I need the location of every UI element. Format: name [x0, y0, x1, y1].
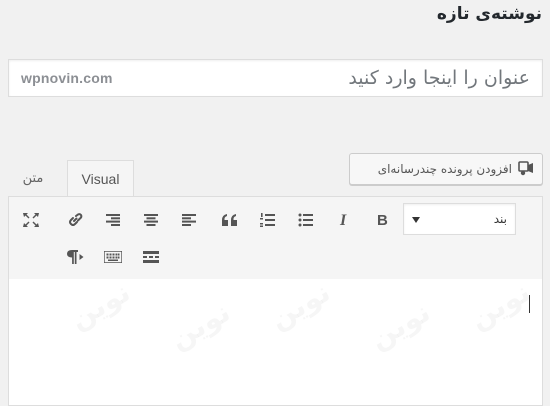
content-watermark: نوین — [464, 275, 536, 335]
content-watermark: نوین — [64, 275, 136, 335]
media-icon — [518, 160, 534, 179]
toolbar-toggle-button[interactable] — [99, 243, 127, 271]
tab-text-label: متن — [22, 170, 44, 186]
align-center-icon — [144, 214, 158, 226]
bullet-list-button[interactable] — [292, 206, 320, 234]
post-editor: بند B I — [8, 196, 543, 406]
align-right-icon — [106, 214, 120, 226]
align-left-button[interactable] — [175, 206, 203, 234]
align-center-button[interactable] — [137, 206, 165, 234]
blockquote-icon — [222, 214, 238, 226]
numbered-list-icon — [260, 213, 276, 227]
svg-text:I: I — [339, 212, 347, 228]
keyboard-icon — [104, 251, 122, 263]
align-right-button[interactable] — [99, 206, 127, 234]
editor-toolbar: بند B I — [9, 197, 542, 280]
tab-visual[interactable]: Visual — [67, 160, 134, 196]
read-more-button[interactable] — [137, 243, 165, 271]
bullet-list-icon — [298, 213, 314, 227]
tab-visual-label: Visual — [81, 170, 120, 187]
italic-icon: I — [337, 212, 351, 228]
content-watermark: نوین — [364, 295, 436, 355]
blockquote-button[interactable] — [216, 206, 244, 234]
numbered-list-button[interactable] — [254, 206, 282, 234]
fullscreen-button[interactable] — [17, 206, 45, 234]
insert-link-button[interactable] — [61, 206, 89, 234]
svg-text:B: B — [377, 212, 388, 228]
read-more-icon — [143, 251, 159, 263]
format-select[interactable]: بند — [403, 203, 516, 235]
align-left-icon — [182, 214, 196, 226]
chevron-down-icon — [412, 212, 420, 226]
site-watermark: wpnovin.com — [21, 70, 113, 86]
italic-button[interactable]: I — [330, 206, 358, 234]
bold-icon: B — [375, 212, 389, 228]
add-media-button[interactable]: افزودن پرونده چندرسانه‌ای — [349, 153, 543, 185]
page-title: نوشته‌ی تازه — [436, 4, 542, 24]
tab-text[interactable]: متن — [8, 160, 58, 196]
editor-content-area[interactable]: نوین نوین نوین نوین نوین — [9, 279, 542, 405]
content-watermark: نوین — [164, 295, 236, 355]
format-select-value: بند — [493, 212, 507, 226]
content-watermark: نوین — [264, 275, 336, 335]
fullscreen-icon — [23, 213, 39, 227]
bold-button[interactable]: B — [368, 206, 396, 234]
text-direction-button[interactable] — [61, 243, 89, 271]
ltr-paragraph-icon — [66, 250, 84, 264]
post-title-field[interactable]: wpnovin.com — [8, 59, 543, 97]
add-media-label: افزودن پرونده چندرسانه‌ای — [377, 162, 512, 176]
link-icon — [67, 212, 83, 228]
